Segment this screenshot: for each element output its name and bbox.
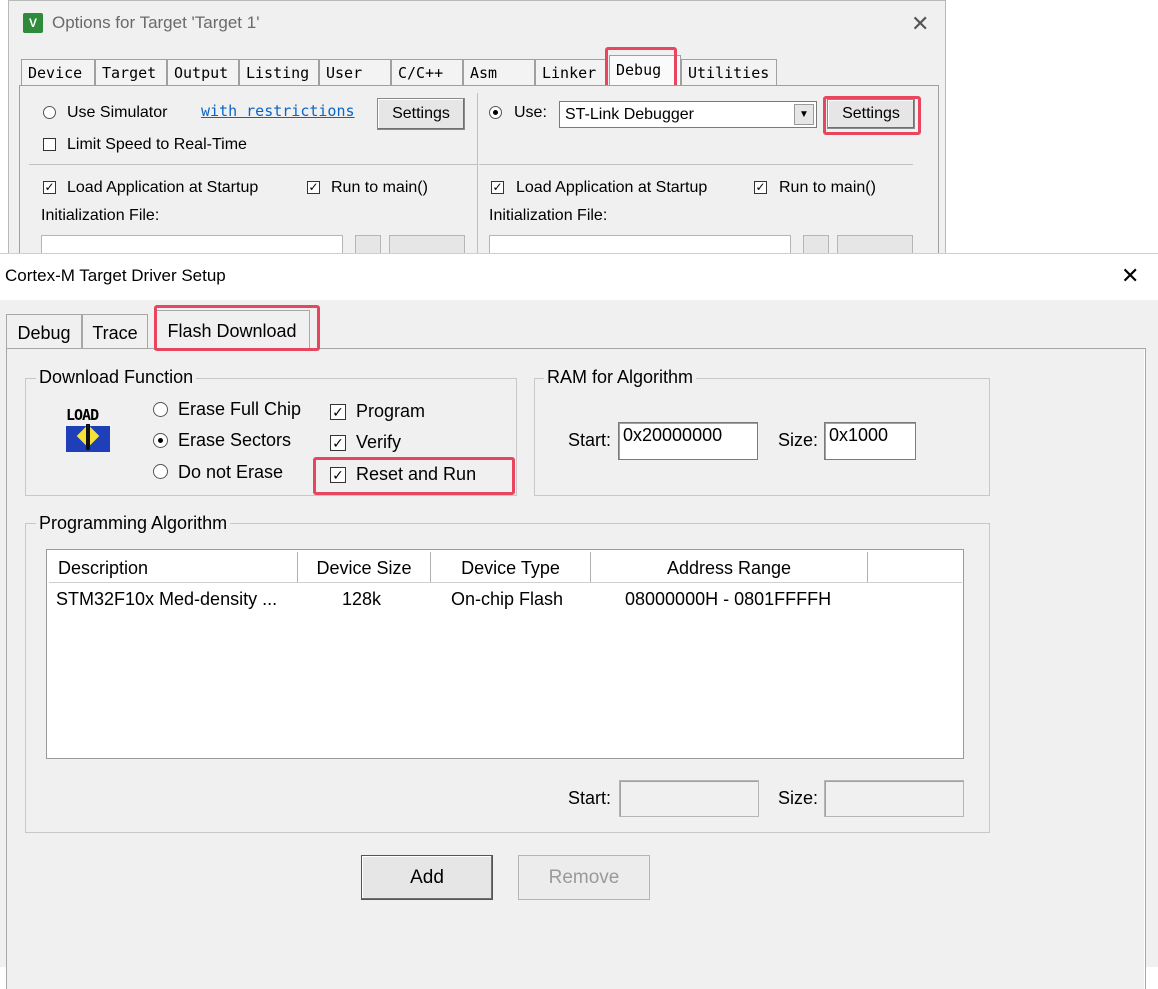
load-app-checkbox-left[interactable]: ✓ [43, 181, 56, 194]
divider [479, 164, 913, 165]
programming-algorithm-title: Programming Algorithm [36, 513, 231, 534]
reset-and-run-highlight [313, 457, 515, 495]
program-checkbox[interactable]: ✓ [330, 404, 346, 420]
dialog-title: Cortex-M Target Driver Setup [5, 266, 226, 285]
verify-checkbox[interactable]: ✓ [330, 435, 346, 451]
column-header-address-range[interactable]: Address Range [591, 552, 868, 582]
header-divider [49, 582, 962, 583]
tab-user[interactable]: User [319, 59, 391, 85]
ram-size-label: Size: [778, 430, 819, 450]
load-icon-text: LOAD [66, 406, 99, 424]
run-to-main-checkbox-left[interactable]: ✓ [307, 181, 320, 194]
tab-target[interactable]: Target [95, 59, 167, 85]
run-to-main-label-right: Run to main() [779, 179, 876, 196]
erase-sectors-radio[interactable] [153, 433, 168, 448]
run-to-main-checkbox-right[interactable]: ✓ [754, 181, 767, 194]
algorithm-start-input[interactable] [619, 780, 759, 817]
chevron-down-icon[interactable]: ▼ [794, 104, 814, 125]
init-file-label-right: Initialization File: [489, 207, 608, 224]
tab-linker[interactable]: Linker [535, 59, 607, 85]
algorithm-size-label: Size: [778, 788, 819, 808]
ram-start-label: Start: [568, 430, 612, 450]
algorithm-start-label: Start: [568, 788, 612, 808]
use-label: Use: [514, 104, 547, 121]
load-app-checkbox-right[interactable]: ✓ [491, 181, 504, 194]
verify-label: Verify [356, 432, 402, 452]
simulator-settings-button[interactable]: Settings [377, 98, 465, 130]
ram-title: RAM for Algorithm [544, 367, 697, 388]
tab-trace[interactable]: Trace [82, 314, 148, 348]
load-icon: LOAD [64, 406, 114, 454]
use-simulator-label: Use Simulator [67, 104, 168, 121]
divider [29, 164, 477, 165]
do-not-erase-radio[interactable] [153, 464, 168, 479]
remove-button[interactable]: Remove [518, 855, 650, 900]
erase-full-chip-label: Erase Full Chip [178, 399, 302, 419]
tab-output[interactable]: Output [167, 59, 239, 85]
tab-device[interactable]: Device [21, 59, 95, 85]
row-address-range: 08000000H - 0801FFFFH [625, 589, 832, 609]
tab-debug[interactable]: Debug [6, 314, 82, 348]
use-debugger-radio[interactable] [489, 106, 502, 119]
download-function-title: Download Function [36, 367, 197, 388]
flash-download-highlight [154, 305, 320, 351]
row-device-size: 128k [342, 589, 382, 609]
load-app-label-left: Load Application at Startup [67, 179, 259, 196]
program-label: Program [356, 401, 426, 421]
add-button[interactable]: Add [361, 855, 493, 900]
column-header-device-size[interactable]: Device Size [298, 552, 431, 582]
algorithm-size-input[interactable] [824, 780, 964, 817]
column-header-description[interactable]: Description [49, 552, 298, 582]
do-not-erase-label: Do not Erase [178, 462, 284, 482]
close-icon[interactable]: ✕ [911, 11, 929, 37]
debugger-select[interactable]: ST-Link Debugger ▼ [559, 101, 817, 128]
erase-sectors-label: Erase Sectors [178, 430, 292, 450]
run-to-main-label-left: Run to main() [331, 179, 428, 196]
keil-app-icon: V [23, 13, 43, 33]
limit-speed-checkbox[interactable] [43, 138, 56, 151]
options-window-title: Options for Target 'Target 1' [52, 13, 260, 32]
tab-cpp[interactable]: C/C++ [391, 59, 463, 85]
row-device-type: On-chip Flash [451, 589, 564, 609]
init-file-label-left: Initialization File: [41, 207, 160, 224]
tab-asm[interactable]: Asm [463, 59, 535, 85]
erase-full-chip-radio[interactable] [153, 402, 168, 417]
use-simulator-radio[interactable] [43, 106, 56, 119]
ram-size-input[interactable]: 0x1000 [824, 422, 916, 460]
load-app-label-right: Load Application at Startup [516, 179, 708, 196]
vertical-divider [477, 93, 478, 263]
close-icon[interactable]: ✕ [1121, 263, 1139, 289]
options-window: V Options for Target 'Target 1' ✕ Device… [8, 0, 946, 286]
tab-utilities[interactable]: Utilities [681, 59, 777, 85]
debugger-select-value: ST-Link Debugger [565, 106, 694, 123]
limit-speed-label: Limit Speed to Real-Time [67, 136, 247, 153]
column-header-device-type[interactable]: Device Type [431, 552, 591, 582]
tab-listing[interactable]: Listing [239, 59, 319, 85]
with-restrictions-link[interactable]: with restrictions [201, 102, 355, 120]
row-description: STM32F10x Med-density ... [56, 589, 278, 609]
settings-highlight [823, 96, 921, 135]
ram-start-input[interactable]: 0x20000000 [618, 422, 758, 460]
